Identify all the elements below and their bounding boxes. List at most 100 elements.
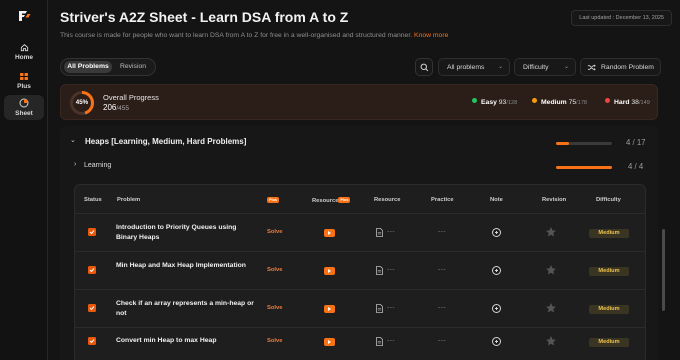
check-icon bbox=[89, 268, 95, 273]
sidebar-item-sheet[interactable]: Sheet bbox=[4, 95, 44, 120]
random-problem-button[interactable]: Random Problem bbox=[580, 58, 661, 76]
overall-progress-card: 45% Overall Progress 206/455 Easy 93/128… bbox=[60, 84, 658, 120]
subtopic-progress-fill bbox=[556, 166, 612, 169]
solve-link[interactable]: Solve bbox=[267, 305, 282, 311]
youtube-icon[interactable] bbox=[324, 338, 335, 346]
status-checkbox[interactable] bbox=[88, 266, 96, 274]
difficulty-select-label: Difficulty bbox=[523, 64, 549, 71]
table-row: Convert min Heap to max Heap Solve --- -… bbox=[75, 327, 645, 360]
hard-done: 38 bbox=[631, 99, 639, 106]
resource-empty: --- bbox=[387, 304, 395, 311]
check-icon bbox=[89, 306, 95, 311]
difficulty-badge: Medium bbox=[589, 267, 629, 276]
topic-header[interactable]: ⌄ Heaps [Learning, Medium, Hard Problems… bbox=[70, 136, 648, 150]
status-checkbox[interactable] bbox=[88, 304, 96, 312]
star-icon[interactable] bbox=[545, 335, 557, 347]
header-resource: Resource bbox=[374, 197, 401, 203]
sidebar-item-home[interactable]: Home bbox=[4, 40, 44, 64]
sidebar-item-plus[interactable]: Plus bbox=[4, 69, 44, 93]
check-icon bbox=[89, 230, 95, 235]
add-note-icon[interactable] bbox=[492, 228, 501, 237]
solve-link[interactable]: Solve bbox=[267, 338, 282, 344]
topic-progress-bar bbox=[556, 142, 612, 145]
problem-name[interactable]: Min Heap and Max Heap Implementation bbox=[116, 261, 256, 271]
add-note-icon[interactable] bbox=[492, 266, 501, 275]
medium-done: 75 bbox=[568, 99, 577, 106]
page-subtitle: This course is made for people who want … bbox=[60, 32, 448, 39]
practice-empty: --- bbox=[438, 228, 446, 235]
plus-icon bbox=[20, 73, 28, 80]
practice-empty: --- bbox=[438, 266, 446, 273]
difficulty-select[interactable]: Difficulty ⌄ bbox=[514, 58, 576, 76]
header-resource-plus-label: Resource bbox=[312, 198, 339, 204]
overall-progress-label: Overall Progress bbox=[103, 93, 159, 102]
difficulty-badge: Medium bbox=[589, 229, 629, 238]
subtopic-title: Learning bbox=[84, 162, 112, 169]
subtopic-header[interactable]: › Learning 4 / 4 bbox=[74, 161, 648, 175]
sidebar: Home Plus Sheet bbox=[0, 0, 48, 360]
page-title: Striver's A2Z Sheet - Learn DSA from A t… bbox=[60, 9, 349, 25]
youtube-icon[interactable] bbox=[324, 305, 335, 313]
topic-section: ⌄ Heaps [Learning, Medium, Hard Problems… bbox=[60, 126, 658, 360]
table-row: Introduction to Priority Queues using Bi… bbox=[75, 213, 645, 251]
subtitle-text: This course is made for people who want … bbox=[60, 32, 413, 39]
scrollbar-thumb[interactable] bbox=[662, 229, 665, 311]
subtopic-progress-bar bbox=[556, 166, 612, 169]
tab-all-problems[interactable]: All Problems bbox=[64, 61, 112, 73]
difficulty-badge: Medium bbox=[589, 305, 629, 314]
shuffle-icon bbox=[587, 64, 596, 71]
solve-link[interactable]: Solve bbox=[267, 267, 282, 273]
header-plus: Plus bbox=[267, 197, 280, 204]
problem-filter-label: All problems bbox=[447, 64, 485, 71]
problem-filter-select[interactable]: All problems ⌄ bbox=[438, 58, 510, 76]
plus-tag: Plus bbox=[267, 197, 280, 203]
topic-progress-fill bbox=[556, 142, 570, 145]
star-icon[interactable] bbox=[545, 302, 557, 314]
search-button[interactable] bbox=[415, 58, 433, 76]
star-icon[interactable] bbox=[545, 264, 557, 276]
hard-total: 149 bbox=[640, 100, 650, 106]
overall-progress-count: 206/455 bbox=[103, 103, 130, 112]
scrollbar[interactable] bbox=[660, 126, 666, 360]
tab-revision[interactable]: Revision bbox=[114, 61, 152, 73]
hard-label: Hard bbox=[614, 99, 630, 106]
tuf-logo[interactable] bbox=[16, 7, 34, 25]
hard-dot bbox=[605, 98, 610, 103]
add-note-icon[interactable] bbox=[492, 304, 501, 313]
article-icon[interactable] bbox=[376, 228, 383, 237]
main-content: Striver's A2Z Sheet - Learn DSA from A t… bbox=[48, 0, 680, 360]
progress-done: 206 bbox=[103, 103, 117, 112]
know-more-link[interactable]: Know more bbox=[414, 32, 448, 39]
sidebar-item-label: Sheet bbox=[15, 110, 33, 117]
resource-empty: --- bbox=[387, 266, 395, 273]
solve-link[interactable]: Solve bbox=[267, 229, 282, 235]
article-icon[interactable] bbox=[376, 337, 383, 346]
youtube-icon[interactable] bbox=[324, 229, 335, 237]
chevron-right-icon: › bbox=[74, 161, 77, 168]
hard-stat: Hard 38/149 bbox=[605, 98, 650, 106]
youtube-icon[interactable] bbox=[324, 267, 335, 275]
medium-label: Medium bbox=[541, 99, 567, 106]
plus-tag: Plus bbox=[338, 197, 351, 203]
problem-name[interactable]: Check if an array represents a min-heap … bbox=[116, 299, 256, 319]
table-row: Min Heap and Max Heap Implementation Sol… bbox=[75, 251, 645, 289]
star-icon[interactable] bbox=[545, 226, 557, 238]
difficulty-badge: Medium bbox=[589, 338, 629, 347]
easy-total: 128 bbox=[507, 100, 518, 106]
practice-empty: --- bbox=[438, 304, 446, 311]
resource-empty: --- bbox=[387, 228, 395, 235]
medium-dot bbox=[532, 98, 537, 103]
problem-name[interactable]: Convert min Heap to max Heap bbox=[116, 336, 256, 346]
chevron-down-icon: ⌄ bbox=[70, 137, 76, 144]
add-note-icon[interactable] bbox=[492, 337, 501, 346]
status-checkbox[interactable] bbox=[88, 337, 96, 345]
status-checkbox[interactable] bbox=[88, 228, 96, 236]
topic-count: 4 / 17 bbox=[626, 138, 646, 147]
topic-title: Heaps [Learning, Medium, Hard Problems] bbox=[85, 137, 247, 146]
article-icon[interactable] bbox=[376, 304, 383, 313]
problem-name[interactable]: Introduction to Priority Queues using Bi… bbox=[116, 223, 256, 243]
view-toggle: All Problems Revision bbox=[60, 58, 156, 76]
header-difficulty: Difficulty bbox=[596, 197, 621, 203]
medium-stat: Medium 75/178 bbox=[532, 98, 587, 106]
article-icon[interactable] bbox=[376, 266, 383, 275]
